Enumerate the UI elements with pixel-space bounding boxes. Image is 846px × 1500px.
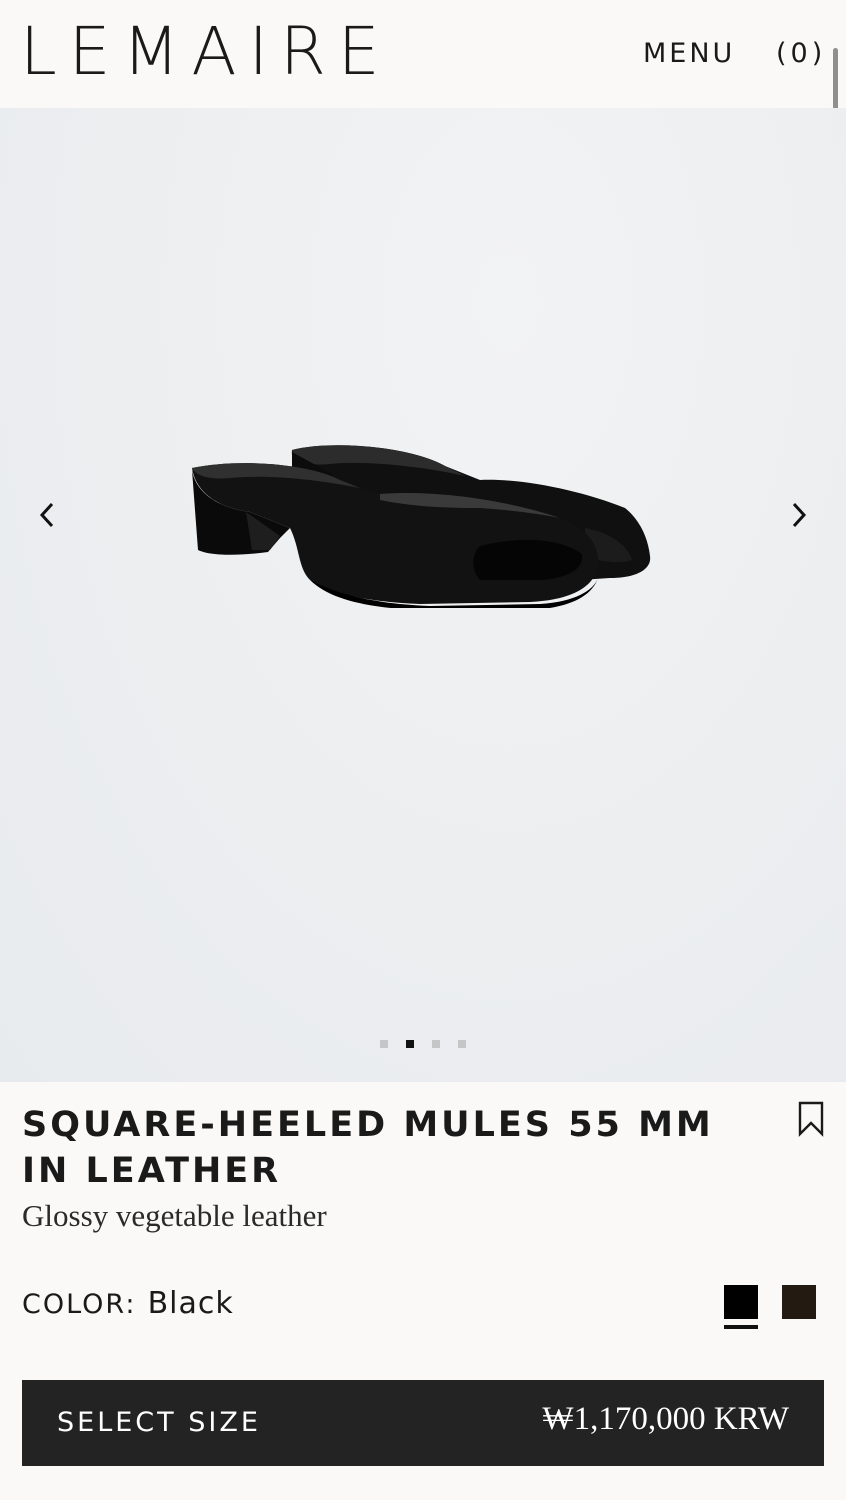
select-size-label: SELECT SIZE — [57, 1407, 261, 1438]
pagination-dot[interactable] — [458, 1040, 466, 1048]
menu-button[interactable]: MENU — [643, 38, 735, 70]
next-image-button[interactable] — [780, 497, 816, 533]
select-size-button[interactable]: SELECT SIZE ₩1,170,000 KRW — [22, 1380, 824, 1466]
selected-color: Black — [147, 1286, 234, 1321]
product-price: ₩1,170,000 KRW — [542, 1401, 789, 1437]
product-title: SQUARE-HEELED MULES 55 MM IN LEATHER — [22, 1105, 714, 1191]
previous-image-button[interactable] — [30, 497, 66, 533]
color-selector: COLOR: Black — [22, 1282, 234, 1330]
pagination-dot[interactable] — [432, 1040, 440, 1048]
selected-swatch-indicator — [724, 1325, 758, 1329]
brand-logo[interactable]: LEMAIRE — [20, 14, 392, 90]
color-label: COLOR: — [22, 1289, 137, 1320]
site-header: LEMAIRE MENU (0) — [0, 0, 846, 108]
product-material: Glossy vegetable leather — [22, 1198, 327, 1233]
color-swatch-black[interactable] — [724, 1285, 758, 1319]
color-swatch-brown[interactable] — [782, 1285, 816, 1319]
bookmark-icon — [798, 1101, 824, 1137]
chevron-right-icon — [792, 502, 807, 528]
chevron-left-icon — [39, 502, 54, 528]
product-image-gallery[interactable] — [0, 108, 846, 1082]
pagination-dot[interactable] — [380, 1040, 388, 1048]
product-image — [192, 445, 651, 608]
cart-button[interactable]: (0) — [776, 38, 826, 70]
wishlist-button[interactable] — [797, 1101, 825, 1137]
pagination-dot-active[interactable] — [406, 1040, 414, 1048]
